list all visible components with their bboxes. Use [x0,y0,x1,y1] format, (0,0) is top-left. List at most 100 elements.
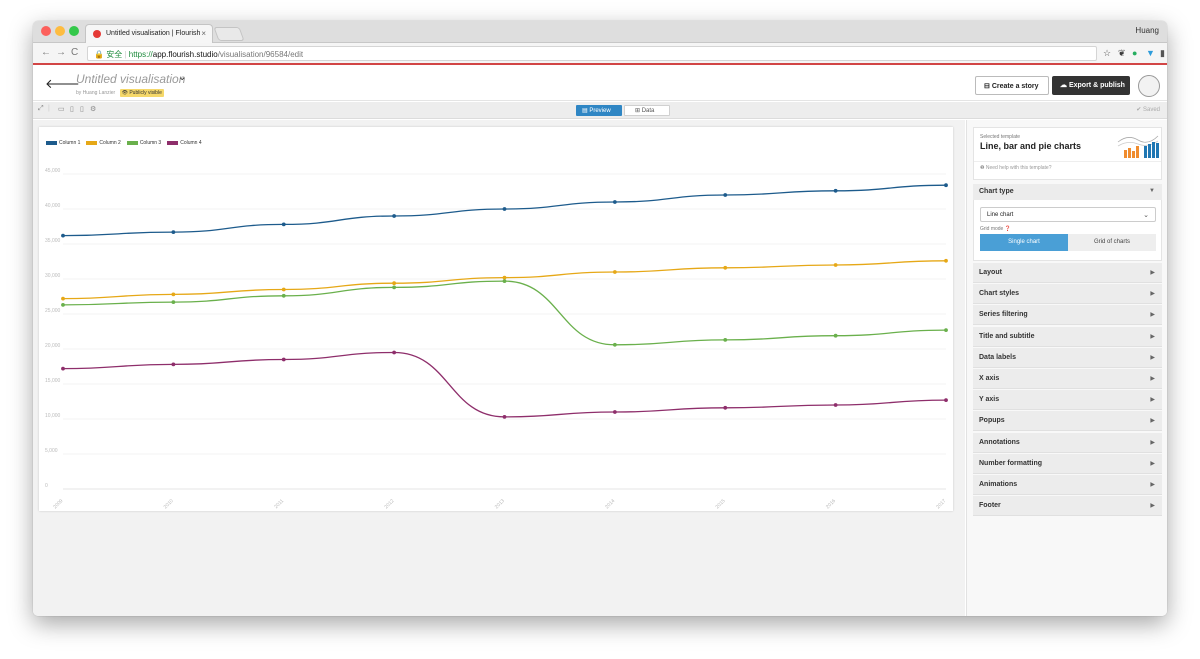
section-layout[interactable]: Layout ▶ [973,263,1162,283]
saved-label: Saved [1142,107,1160,113]
fullscreen-icon[interactable]: ⤢ [38,105,44,113]
section-x-axis[interactable]: X axis ▶ [973,369,1162,389]
x-tick-label: 2010 [163,498,175,510]
caret-right-icon: ▶ [1150,439,1155,446]
data-point-column-4 [502,415,507,419]
section-title-and-subtitle[interactable]: Title and subtitle ▶ [973,326,1162,347]
section-footer[interactable]: Footer ▶ [973,496,1162,517]
profile-name[interactable]: Huang [1135,26,1159,35]
data-point-column-4 [281,357,286,362]
visualisation-title[interactable]: Untitled visualisation [76,72,185,86]
x-tick-label: 2011 [273,498,285,510]
data-point-column-1 [502,207,507,211]
data-point-column-2 [171,292,176,297]
back-arrow-icon[interactable]: 🡐 [45,76,80,92]
create-story-label: Create a story [991,83,1039,90]
close-window-icon[interactable] [41,26,51,36]
chart-type-select[interactable]: Line chart ⌄ [980,207,1156,222]
browser-tab[interactable]: Untitled visualisation | Flourish × [85,24,213,44]
data-point-column-1 [723,193,728,197]
grammarly-extension-icon[interactable]: ● [1132,48,1137,58]
back-icon[interactable]: ← [41,47,51,58]
section-series-filtering[interactable]: Series filtering ▶ [973,305,1162,326]
data-point-column-2 [502,275,507,280]
check-icon: ✔ [1136,107,1142,113]
data-point-column-3 [723,338,728,342]
url-scheme: https:// [128,50,153,59]
section-label: Layout [979,269,1002,276]
author-text: by Huang Lanzier [76,90,116,96]
caret-right-icon: ▶ [1150,418,1155,425]
section-y-axis[interactable]: Y axis ▶ [973,390,1162,411]
x-tick-label: 2016 [825,498,837,510]
section-label: Footer [979,502,1001,510]
tab-data[interactable]: ⊞ Data [624,105,670,116]
vue-extension-icon[interactable]: ▼ [1146,48,1155,58]
chart-type-body: Line chart ⌄ Grid mode ❓ Single chart Gr… [973,200,1162,261]
y-tick-label: 40,000 [45,203,61,209]
single-chart-option[interactable]: Single chart [980,234,1068,251]
avatar[interactable] [1138,75,1160,97]
section-annotations[interactable]: Annotations ▶ [973,432,1162,453]
chart-type-header: Chart type [979,188,1014,195]
export-label: Export & publish [1068,82,1125,89]
caret-down-icon: ▼ [1149,188,1155,194]
template-thumbnail-icon [1117,135,1159,158]
data-point-column-2 [612,270,617,274]
bookmark-star-icon[interactable]: ☆ [1103,48,1111,59]
section-label: Title and subtitle [979,332,1035,340]
caret-right-icon: ▶ [1150,291,1155,298]
section-label: Animations [979,481,1018,488]
section-chart-type[interactable]: Chart type ▼ [973,184,1162,200]
section-label: X axis [979,375,1000,382]
tablet-view-icon[interactable]: ▯ [70,105,74,113]
data-point-column-3 [281,293,286,298]
desktop-view-icon[interactable]: ▭ [58,105,65,113]
export-publish-button[interactable]: ☁ Export & publish [1052,76,1130,95]
reload-icon[interactable]: C [71,47,78,58]
data-point-column-4 [171,362,176,367]
visibility-text: Publicly visible [129,90,162,96]
y-tick-label: 0 [45,483,48,489]
data-point-column-1 [833,188,838,193]
caret-right-icon: ▶ [1150,333,1155,340]
section-data-labels[interactable]: Data labels ▶ [973,347,1162,368]
visibility-badge[interactable]: 👁 Publicly visible [119,89,164,97]
new-tab-button[interactable] [213,27,245,41]
help-icon[interactable]: ❓ [1005,226,1011,232]
chevron-down-icon[interactable]: ⌄ [178,72,186,83]
byline: by Huang Lanzier 👁 Publicly visible [76,89,164,97]
url-field[interactable]: 🔒 安全 | https://app.flourish.studio/visua… [87,46,1097,61]
selected-template-label: Selected template [980,134,1021,140]
tab-close-icon[interactable]: × [201,29,206,38]
grid-of-charts-option[interactable]: Grid of charts [1068,234,1156,251]
x-tick-label: 2015 [715,498,727,510]
section-popups[interactable]: Popups ▶ [973,411,1162,432]
settings-gear-icon[interactable]: ⚙ [90,105,96,113]
preview-area: Column 1 Column 2 Column 3 Column 4 0 5,000 1… [33,120,965,616]
section-animations[interactable]: Animations ▶ [973,475,1162,495]
x-tick-label: 2012 [383,498,395,510]
url-path: /visualisation/96584/edit [217,50,304,59]
data-point-column-2 [281,287,286,292]
section-number-formatting[interactable]: Number formatting ▶ [973,453,1162,474]
preview-label: Preview [589,108,611,114]
section-chart-styles[interactable]: Chart styles ▶ [973,284,1162,305]
flourish-favicon-icon [93,30,101,38]
template-help-link[interactable]: ❶ Need help with this template? [980,165,1051,171]
data-point-column-1 [944,183,948,188]
tab-preview[interactable]: ▤ Preview [576,105,622,116]
template-card[interactable]: Selected template Line, bar and pie char… [973,127,1162,180]
mobile-view-icon[interactable]: ▯ [80,105,84,113]
evernote-extension-icon[interactable]: ❦ [1118,48,1126,59]
editor-toolbar: ⤢ | ▭ ▯ ▯ ⚙ ▤ Preview ⊞ Data ✔ Saved [33,102,1167,119]
y-tick-label: 35,000 [45,238,61,244]
y-tick-label: 20,000 [45,343,61,349]
data-point-column-1 [281,222,286,227]
maximize-window-icon[interactable] [69,26,79,36]
y-tick-label: 25,000 [45,308,61,314]
forward-icon[interactable]: → [56,47,66,58]
create-story-button[interactable]: ⊟ Create a story [975,76,1049,95]
minimize-window-icon[interactable] [55,26,65,36]
extension-icon[interactable]: ▮ [1160,48,1165,59]
